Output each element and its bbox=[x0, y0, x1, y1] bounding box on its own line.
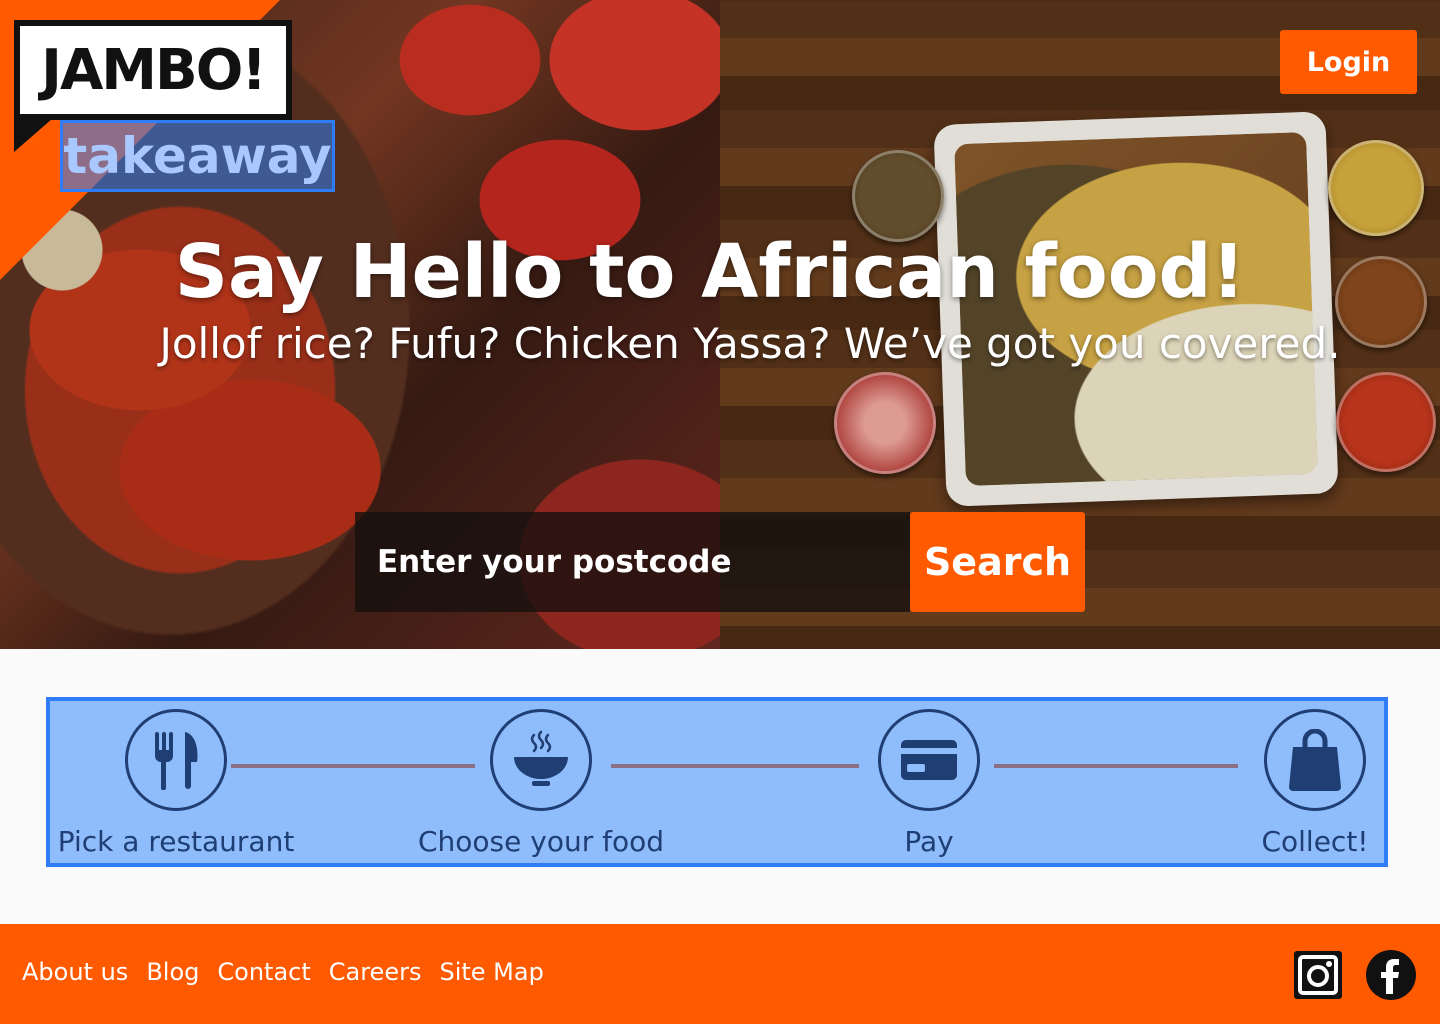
logo-subtitle: takeaway bbox=[60, 120, 335, 192]
fork-knife-icon bbox=[155, 732, 198, 790]
footer: About us Blog Contact Careers Site Map bbox=[0, 924, 1440, 1024]
facebook-icon[interactable] bbox=[1366, 950, 1416, 1000]
footer-link-careers[interactable]: Careers bbox=[329, 958, 422, 986]
step-label: Pick a restaurant bbox=[57, 825, 295, 858]
postcode-input[interactable] bbox=[355, 512, 910, 612]
instagram-icon[interactable] bbox=[1293, 950, 1343, 1000]
step-icon-circle bbox=[490, 709, 592, 811]
footer-link-sitemap[interactable]: Site Map bbox=[439, 958, 543, 986]
step-pay: Pay bbox=[859, 709, 999, 858]
step-icon-circle bbox=[125, 709, 227, 811]
step-connector bbox=[994, 764, 1238, 768]
footer-link-blog[interactable]: Blog bbox=[146, 958, 199, 986]
logo-subtitle-text: takeaway bbox=[63, 127, 332, 185]
search-button[interactable]: Search bbox=[910, 512, 1085, 612]
step-icon-circle bbox=[878, 709, 980, 811]
logo[interactable]: JAMBO! bbox=[14, 20, 292, 120]
hero-title: Say Hello to African food! bbox=[174, 229, 1246, 315]
step-icon-circle bbox=[1264, 709, 1366, 811]
step-label: Collect! bbox=[1261, 825, 1369, 858]
step-label: Pay bbox=[904, 825, 954, 858]
step-choose-food: Choose your food bbox=[417, 709, 665, 858]
login-button[interactable]: Login bbox=[1280, 30, 1417, 94]
step-collect: Collect! bbox=[1245, 709, 1385, 858]
step-pick-restaurant: Pick a restaurant bbox=[58, 709, 294, 858]
how-it-works-steps: Pick a restaurant Choose your food Pay C… bbox=[46, 697, 1388, 867]
hero-subtitle: Jollof rice? Fufu? Chicken Yassa? We’ve … bbox=[159, 319, 1341, 368]
step-label: Choose your food bbox=[417, 825, 665, 858]
credit-card-icon bbox=[901, 740, 957, 780]
bag-icon bbox=[1289, 729, 1341, 791]
steaming-bowl-icon bbox=[514, 730, 568, 786]
footer-nav: About us Blog Contact Careers Site Map bbox=[22, 958, 562, 986]
logo-text: JAMBO! bbox=[41, 37, 267, 103]
footer-link-about[interactable]: About us bbox=[22, 958, 128, 986]
footer-link-contact[interactable]: Contact bbox=[217, 958, 310, 986]
